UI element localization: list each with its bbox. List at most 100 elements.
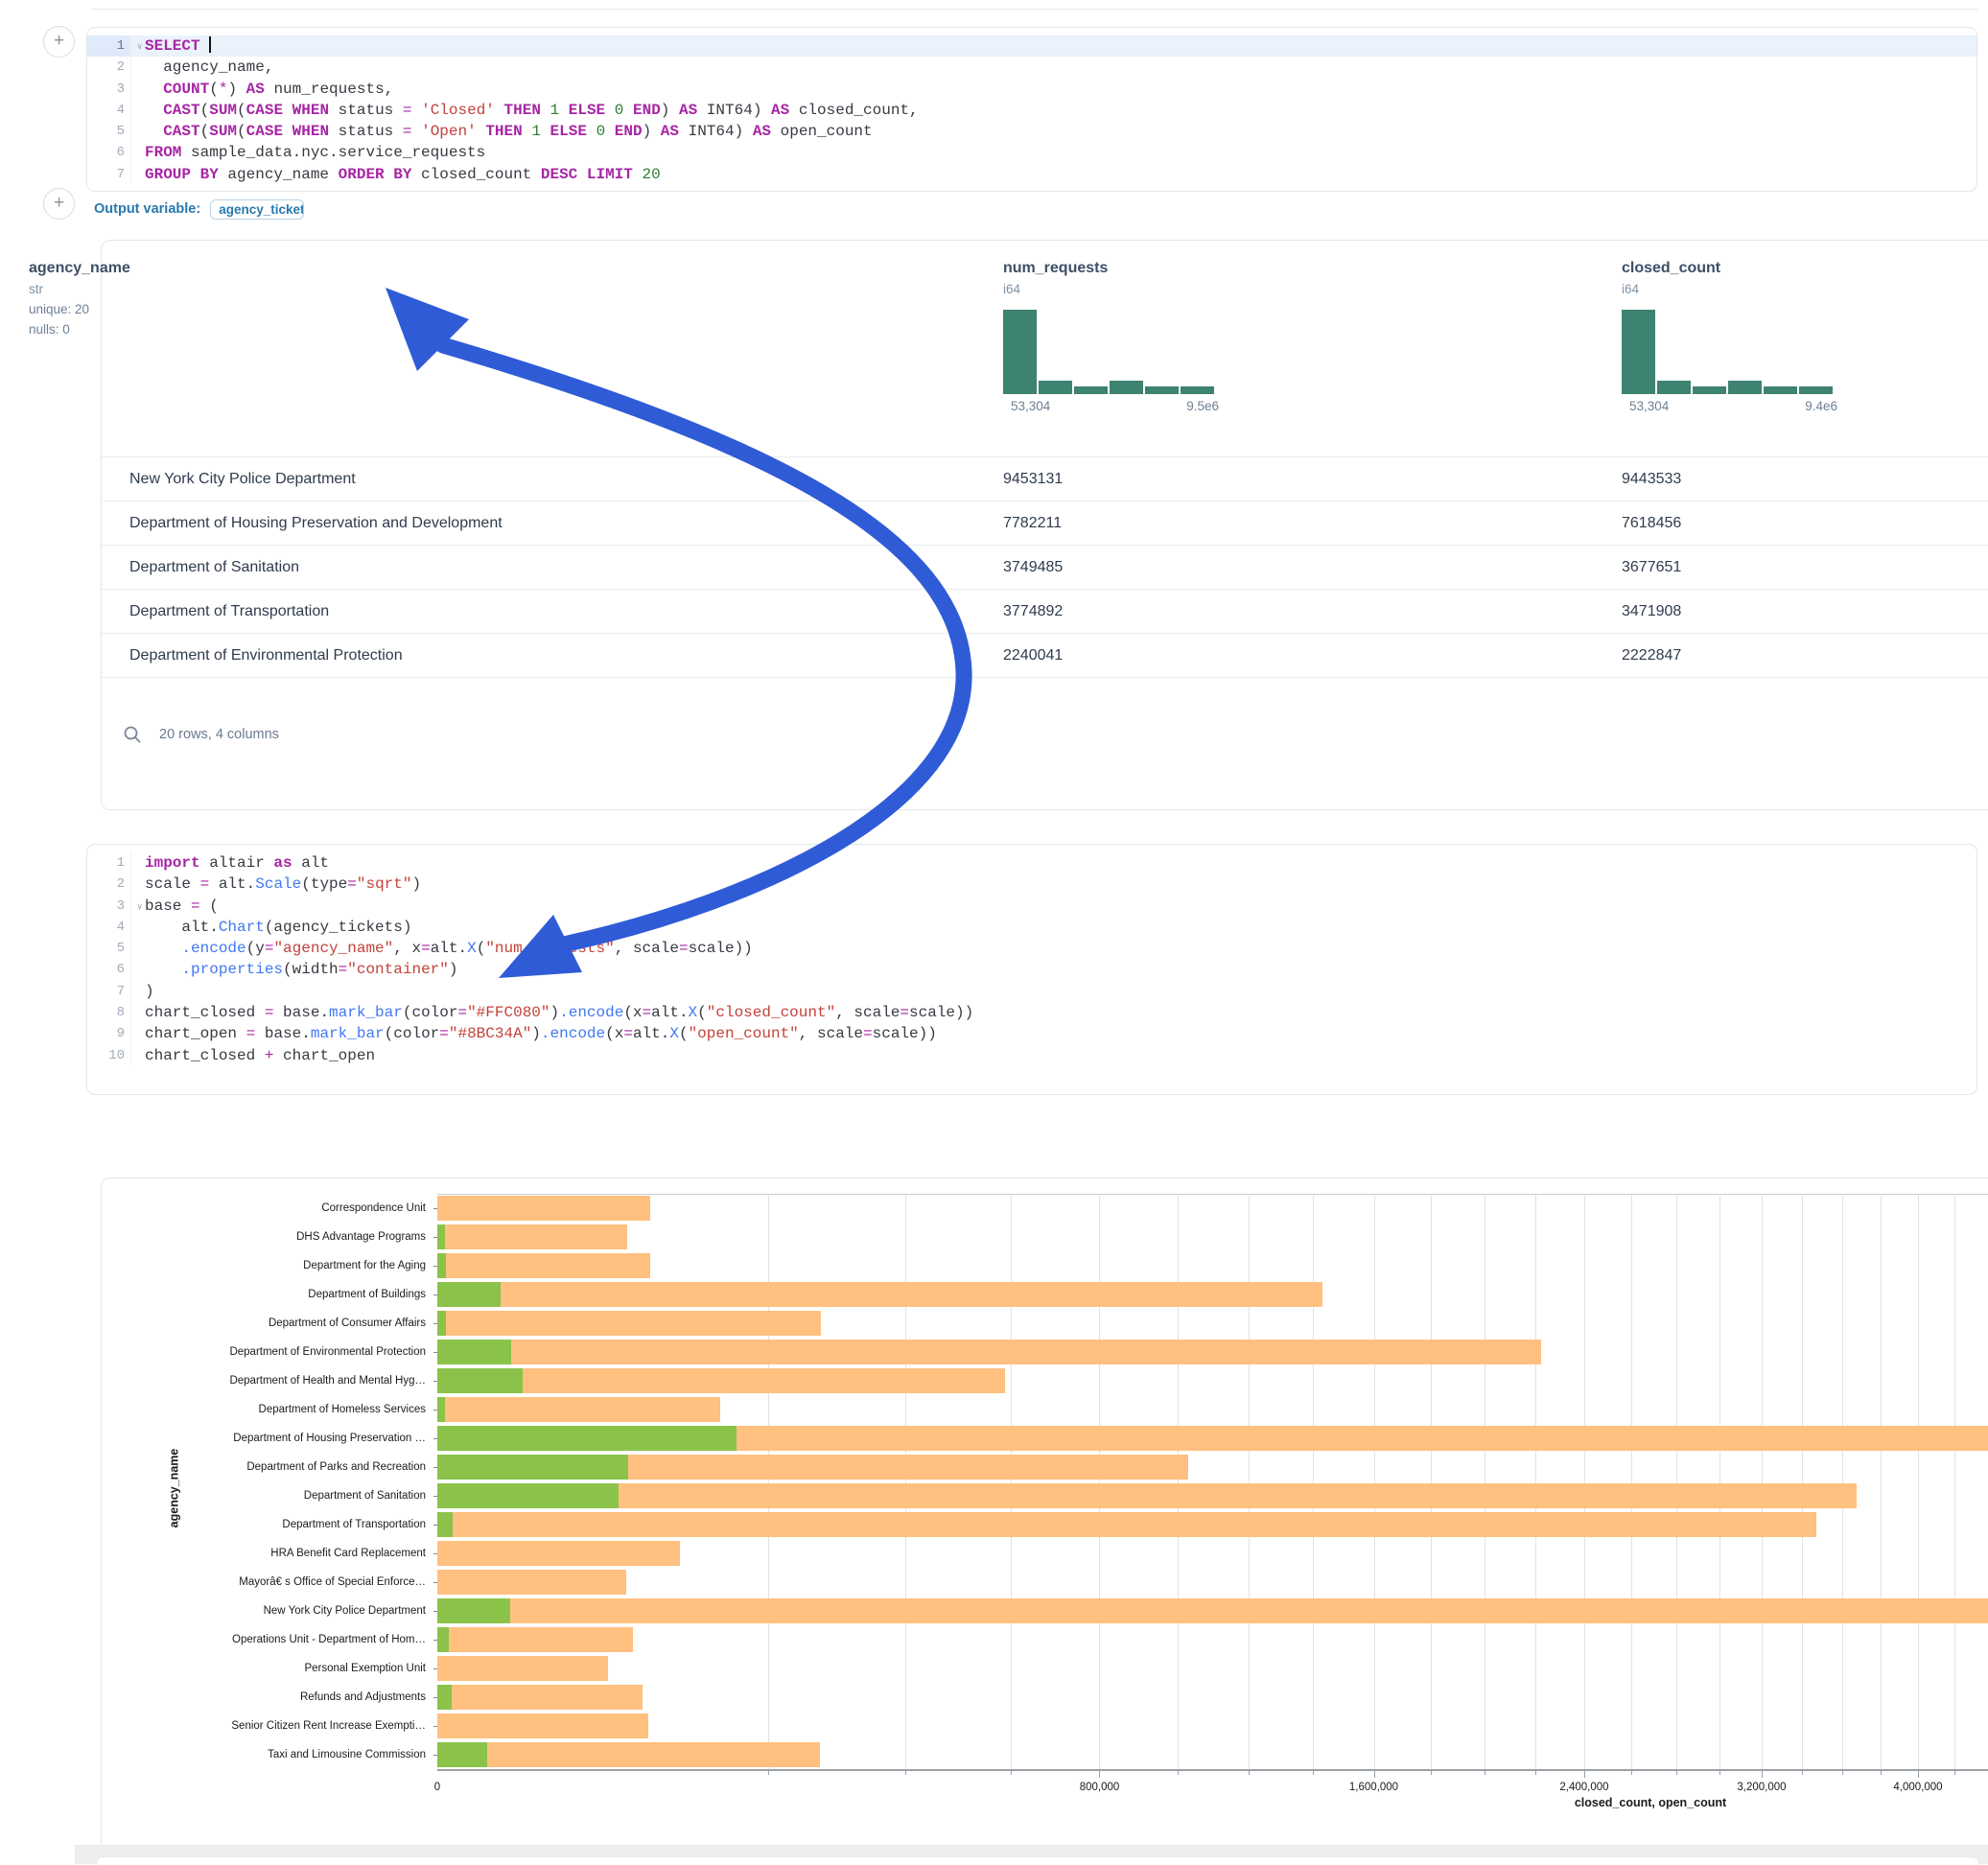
python-code-line[interactable]: 5 .encode(y="agency_name", x=alt.X("num_… — [87, 938, 1976, 959]
sql-code-line[interactable]: 5 CAST(SUM(CASE WHEN status = 'Open' THE… — [87, 121, 1976, 142]
x-axis-tick — [1842, 1770, 1843, 1775]
bar-open-count — [437, 1483, 619, 1508]
histogram-bar — [1728, 381, 1762, 394]
column-histogram — [1622, 310, 1837, 394]
python-code-line[interactable]: 1import altair as alt — [87, 852, 1976, 874]
sql-code-line[interactable]: 3 COUNT(*) AS num_requests, — [87, 79, 1976, 100]
y-tick-label: Department of Parks and Recreation — [246, 1461, 426, 1473]
histogram-bar — [1181, 386, 1214, 394]
x-axis-tick — [1719, 1770, 1720, 1775]
python-code-line[interactable]: 8chart_closed = base.mark_bar(color="#FF… — [87, 1002, 1976, 1023]
x-axis-tick — [1099, 1770, 1100, 1778]
x-axis-tick — [1178, 1770, 1179, 1775]
bar-closed-count — [437, 1713, 648, 1738]
sql-code-line[interactable]: 1∨SELECT — [87, 35, 1976, 57]
x-axis-tick — [1631, 1770, 1632, 1775]
sql-code-line[interactable]: 2 agency_name, — [87, 57, 1976, 78]
column-name: closed_count — [1622, 260, 1837, 277]
histogram-range-labels: 53,3049.5e6 — [1003, 399, 1219, 413]
x-axis-tick — [1762, 1770, 1763, 1778]
code-text[interactable]: FROM sample_data.nyc.service_requests — [131, 142, 485, 163]
table-header: agency_namestrunique: 20nulls: 0num_requ… — [102, 241, 1988, 456]
gridline — [1249, 1194, 1250, 1769]
column-header-closed_count[interactable]: closed_counti6453,3049.4e6 — [1622, 260, 1837, 413]
y-tick-label: Department of Housing Preservation … — [233, 1433, 426, 1444]
x-tick-label: 1,600,000 — [1349, 1782, 1398, 1793]
line-number: 4 — [87, 917, 131, 938]
python-editor-cell[interactable]: 1import altair as alt2scale = alt.Scale(… — [86, 844, 1977, 1095]
table-row[interactable]: Department of Transportation377489234719… — [102, 589, 1988, 633]
sql-editor-cell[interactable]: 1∨SELECT 2 agency_name,3 COUNT(*) AS num… — [86, 27, 1977, 192]
python-code-line[interactable]: 10chart_closed + chart_open — [87, 1045, 1976, 1066]
python-code-line[interactable]: 7) — [87, 981, 1976, 1002]
x-axis-tick — [1881, 1770, 1882, 1775]
sql-code-line[interactable]: 6FROM sample_data.nyc.service_requests — [87, 142, 1976, 163]
x-axis-tick — [1676, 1770, 1677, 1775]
code-text[interactable]: chart_closed = base.mark_bar(color="#FFC… — [131, 1002, 973, 1023]
histogram-bar — [1003, 310, 1037, 394]
x-tick-label: 2,400,000 — [1559, 1782, 1608, 1793]
gridline — [1584, 1194, 1585, 1769]
histogram-bar — [1764, 386, 1797, 394]
code-text[interactable]: scale = alt.Scale(type="sqrt") — [131, 874, 421, 895]
column-name: agency_name — [29, 260, 130, 277]
column-header-agency_name[interactable]: agency_namestrunique: 20nulls: 0 — [29, 260, 130, 337]
add-cell-button-output[interactable]: + — [43, 188, 75, 220]
column-header-num_requests[interactable]: num_requestsi6453,3049.5e6 — [1003, 260, 1219, 413]
fold-chevron-icon[interactable]: ∨ — [136, 36, 143, 58]
table-row[interactable]: Department of Housing Preservation and D… — [102, 501, 1988, 545]
code-text[interactable]: agency_name, — [131, 57, 273, 78]
python-code-line[interactable]: 6 .properties(width="container") — [87, 959, 1976, 980]
table-row[interactable]: New York City Police Department945313194… — [102, 456, 1988, 501]
x-axis-tick — [905, 1770, 906, 1775]
fold-chevron-icon[interactable]: ∨ — [136, 897, 143, 918]
python-code-line[interactable]: 9chart_open = base.mark_bar(color="#8BC3… — [87, 1023, 1976, 1044]
code-text[interactable]: CAST(SUM(CASE WHEN status = 'Open' THEN … — [131, 121, 873, 142]
histogram-bar — [1799, 386, 1833, 394]
code-text[interactable]: COUNT(*) AS num_requests, — [131, 79, 393, 100]
code-text[interactable]: import altair as alt — [131, 852, 329, 874]
code-text[interactable]: base = ( — [131, 896, 219, 917]
bar-closed-count — [437, 1340, 1541, 1364]
search-icon[interactable] — [123, 725, 142, 744]
code-text[interactable]: chart_closed + chart_open — [131, 1045, 375, 1066]
y-tick-label: HRA Benefit Card Replacement — [270, 1548, 426, 1559]
output-variable-badge[interactable]: agency_tickets — [210, 199, 304, 220]
x-axis-tick — [1584, 1770, 1585, 1778]
code-text[interactable]: .properties(width="container") — [131, 959, 457, 980]
gridline — [1011, 1194, 1012, 1769]
cell-agency_name: Department of Sanitation — [102, 559, 1003, 576]
code-text[interactable]: alt.Chart(agency_tickets) — [131, 917, 411, 938]
bar-closed-count — [437, 1311, 821, 1336]
code-text[interactable]: ) — [131, 981, 154, 1002]
table-row[interactable]: Department of Sanitation37494853677651 — [102, 545, 1988, 589]
table-footer: 20 rows, 4 columns — [123, 715, 279, 754]
y-tick-label: New York City Police Department — [264, 1605, 426, 1617]
y-tick-label: Department of Transportation — [282, 1519, 426, 1530]
python-code-line[interactable]: 4 alt.Chart(agency_tickets) — [87, 917, 1976, 938]
line-number: 6 — [87, 142, 131, 163]
code-text[interactable]: SELECT — [131, 35, 211, 57]
code-text[interactable]: chart_open = base.mark_bar(color="#8BC34… — [131, 1023, 937, 1044]
y-tick-label: Department of Environmental Protection — [229, 1346, 426, 1358]
add-cell-button-top[interactable]: + — [43, 26, 75, 58]
gridline — [1631, 1194, 1632, 1769]
sql-code-line[interactable]: 4 CAST(SUM(CASE WHEN status = 'Closed' T… — [87, 100, 1976, 121]
sql-code-line[interactable]: 7GROUP BY agency_name ORDER BY closed_co… — [87, 164, 1976, 185]
python-code-line[interactable]: 2scale = alt.Scale(type="sqrt") — [87, 874, 1976, 895]
bar-open-count — [437, 1311, 446, 1336]
gridline — [1535, 1194, 1536, 1769]
gridline — [1178, 1194, 1179, 1769]
cell-num_requests: 7782211 — [1003, 515, 1622, 532]
python-code-line[interactable]: 3∨base = ( — [87, 896, 1976, 917]
code-text[interactable]: CAST(SUM(CASE WHEN status = 'Closed' THE… — [131, 100, 919, 121]
table-row[interactable]: Department of Environmental Protection22… — [102, 633, 1988, 678]
code-text[interactable]: GROUP BY agency_name ORDER BY closed_cou… — [131, 164, 661, 185]
bar-closed-count — [437, 1598, 1988, 1623]
y-tick-label: Department of Health and Mental Hyg… — [229, 1375, 426, 1387]
cell-closed_count: 9443533 — [1622, 471, 1988, 488]
code-text[interactable]: .encode(y="agency_name", x=alt.X("num_re… — [131, 938, 753, 959]
x-axis-tick — [1431, 1770, 1432, 1775]
bar-closed-count — [437, 1570, 626, 1595]
histogram-bar — [1110, 381, 1143, 394]
